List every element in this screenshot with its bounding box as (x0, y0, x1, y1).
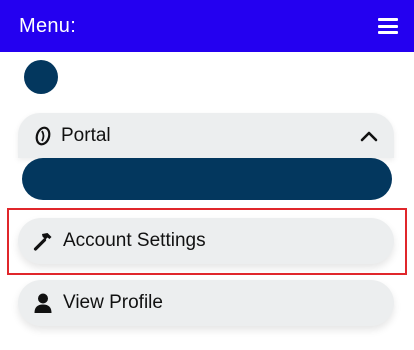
avatar[interactable] (24, 60, 58, 94)
view-profile-item[interactable]: View Profile (18, 280, 394, 326)
portal-label: Portal (61, 124, 111, 146)
hammer-icon (32, 230, 54, 252)
view-profile-label: View Profile (63, 292, 163, 313)
portal-submenu-item[interactable] (22, 158, 392, 200)
portal-swirl-icon (32, 125, 54, 147)
hamburger-menu-icon[interactable] (378, 18, 398, 34)
header-bar: Menu: (0, 0, 414, 52)
portal-menu-item[interactable]: Portal (18, 113, 394, 158)
account-settings-label: Account Settings (63, 230, 206, 251)
chevron-up-icon[interactable] (358, 125, 380, 147)
menu-title: Menu: (19, 14, 77, 37)
user-icon (32, 292, 54, 314)
account-settings-item[interactable]: Account Settings (18, 218, 394, 264)
